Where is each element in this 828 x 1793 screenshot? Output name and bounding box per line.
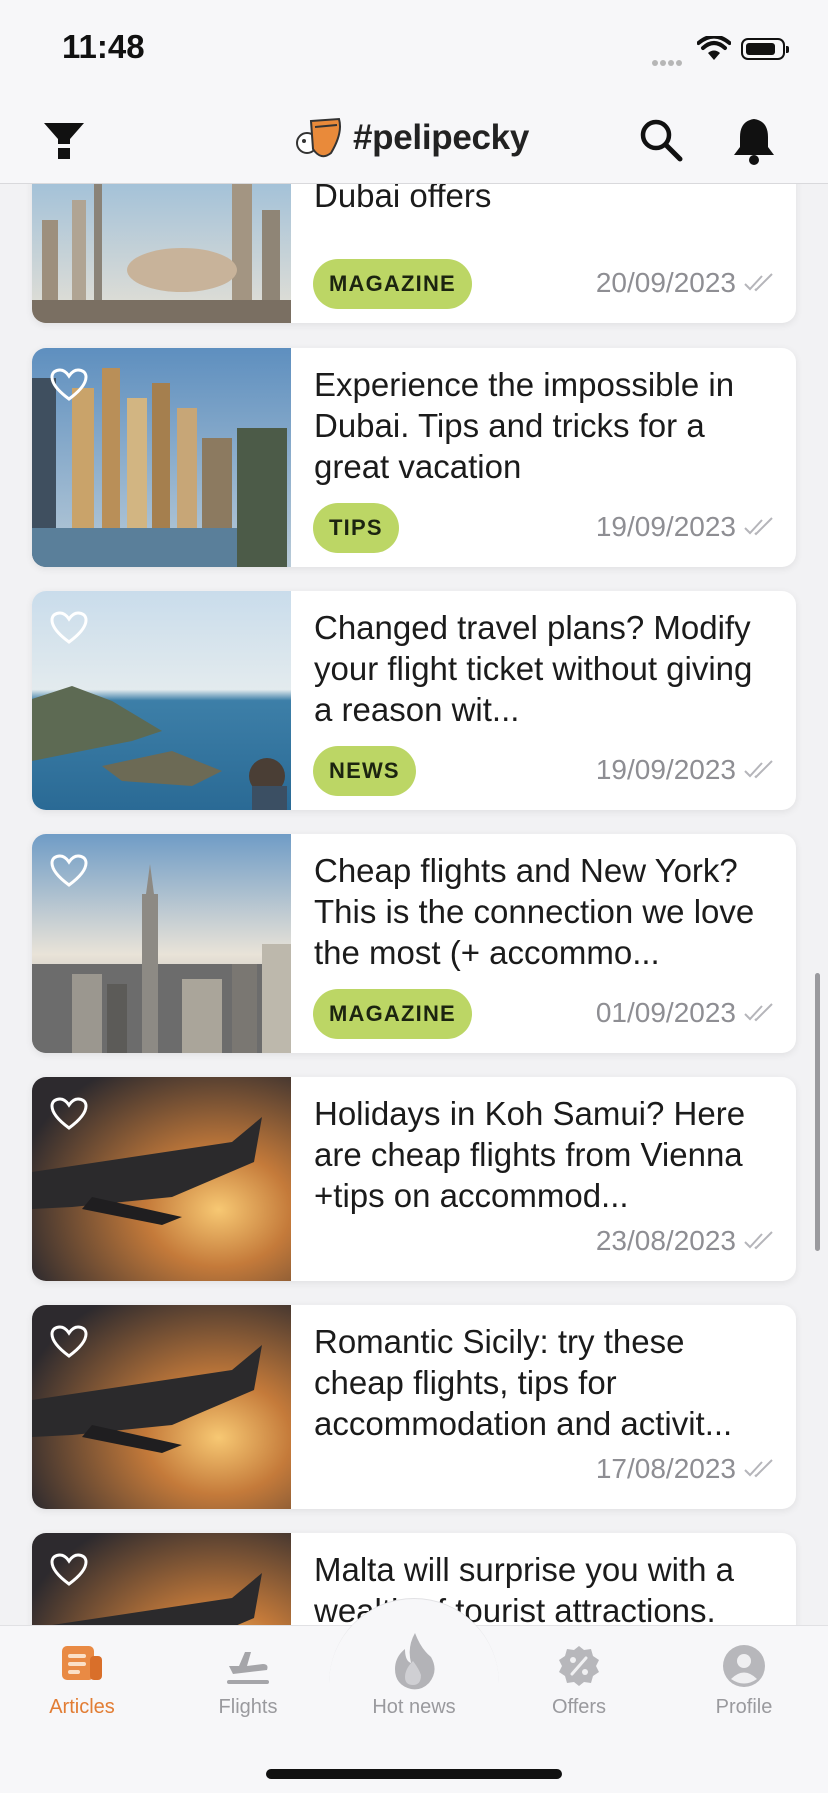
logo-text: #pelipecky — [353, 118, 529, 157]
tab-label: Profile — [715, 1696, 773, 1718]
tab-label: Flights — [218, 1696, 278, 1718]
plane-icon — [227, 1652, 269, 1684]
favorite-heart-icon[interactable] — [50, 1097, 88, 1131]
article-list[interactable]: TOP 10 free experiences that Dubai offer… — [0, 0, 828, 1625]
tab-hot-news[interactable]: Hot news — [344, 1626, 484, 1746]
article-tag: TIPS — [313, 503, 399, 553]
wifi-icon — [697, 36, 731, 60]
top-header: #pelipecky — [0, 95, 828, 184]
tab-profile[interactable]: Profile — [674, 1626, 814, 1746]
article-date: 20/09/2023 — [596, 267, 774, 299]
favorite-heart-icon[interactable] — [50, 368, 88, 402]
tab-offers[interactable]: Offers — [509, 1626, 649, 1746]
article-title: Changed travel plans? Modify your flight… — [314, 609, 753, 728]
flame-icon — [395, 1633, 435, 1690]
tab-label: Offers — [551, 1696, 607, 1718]
article-card[interactable]: Holidays in Koh Samui? Here are cheap fl… — [32, 1077, 796, 1281]
status-time: 11:48 — [62, 28, 145, 65]
read-double-check-icon — [744, 273, 773, 292]
favorite-heart-icon[interactable] — [50, 854, 88, 888]
read-double-check-icon — [744, 517, 773, 536]
article-title: Romantic Sicily: try these cheap flights… — [314, 1323, 733, 1442]
article-card[interactable]: Romantic Sicily: try these cheap flights… — [32, 1305, 796, 1509]
article-title: Cheap flights and New York? This is the … — [314, 852, 755, 971]
app-logo: #pelipecky — [293, 113, 529, 163]
article-date: 17/08/2023 — [596, 1453, 774, 1485]
articles-icon — [62, 1646, 102, 1680]
read-double-check-icon — [744, 1459, 773, 1478]
favorite-heart-icon[interactable] — [50, 1325, 88, 1359]
status-bar: 11:48 — [0, 0, 828, 95]
article-card[interactable]: Cheap flights and New York? This is the … — [32, 834, 796, 1053]
article-title: Holidays in Koh Samui? Here are cheap fl… — [314, 1095, 746, 1214]
search-icon[interactable] — [638, 117, 684, 163]
article-date: 19/09/2023 — [596, 754, 774, 786]
favorite-heart-icon[interactable] — [50, 611, 88, 645]
article-tag: NEWS — [313, 746, 416, 796]
article-date: 23/08/2023 — [596, 1225, 774, 1257]
article-date: 01/09/2023 — [596, 997, 774, 1029]
tab-flights[interactable]: Flights — [178, 1626, 318, 1746]
person-icon — [723, 1645, 765, 1687]
article-title: Experience the impossible in Dubai. Tips… — [314, 366, 735, 485]
percent-badge-icon — [559, 1646, 599, 1686]
read-double-check-icon — [744, 760, 773, 779]
filter-icon[interactable] — [40, 117, 88, 163]
scrollbar[interactable] — [815, 973, 820, 1251]
tab-label: Hot news — [372, 1696, 456, 1718]
tab-bar: Articles Flights Hot news Offers Profile — [0, 1598, 828, 1793]
article-card[interactable]: Changed travel plans? Modify your flight… — [32, 591, 796, 810]
article-card[interactable]: Experience the impossible in Dubai. Tips… — [32, 348, 796, 567]
pelican-logo-icon — [296, 117, 341, 158]
tab-label: Articles — [49, 1696, 115, 1718]
battery-icon — [741, 38, 789, 60]
bell-icon[interactable] — [732, 115, 776, 165]
read-double-check-icon — [744, 1003, 773, 1022]
home-indicator[interactable] — [266, 1769, 562, 1779]
article-date: 19/09/2023 — [596, 511, 774, 543]
article-tag: MAGAZINE — [313, 989, 472, 1039]
cellular-signal-icon — [652, 53, 684, 71]
tab-articles[interactable]: Articles — [12, 1626, 152, 1746]
article-tag: MAGAZINE — [313, 259, 472, 309]
favorite-heart-icon[interactable] — [50, 1553, 88, 1587]
read-double-check-icon — [744, 1231, 773, 1250]
